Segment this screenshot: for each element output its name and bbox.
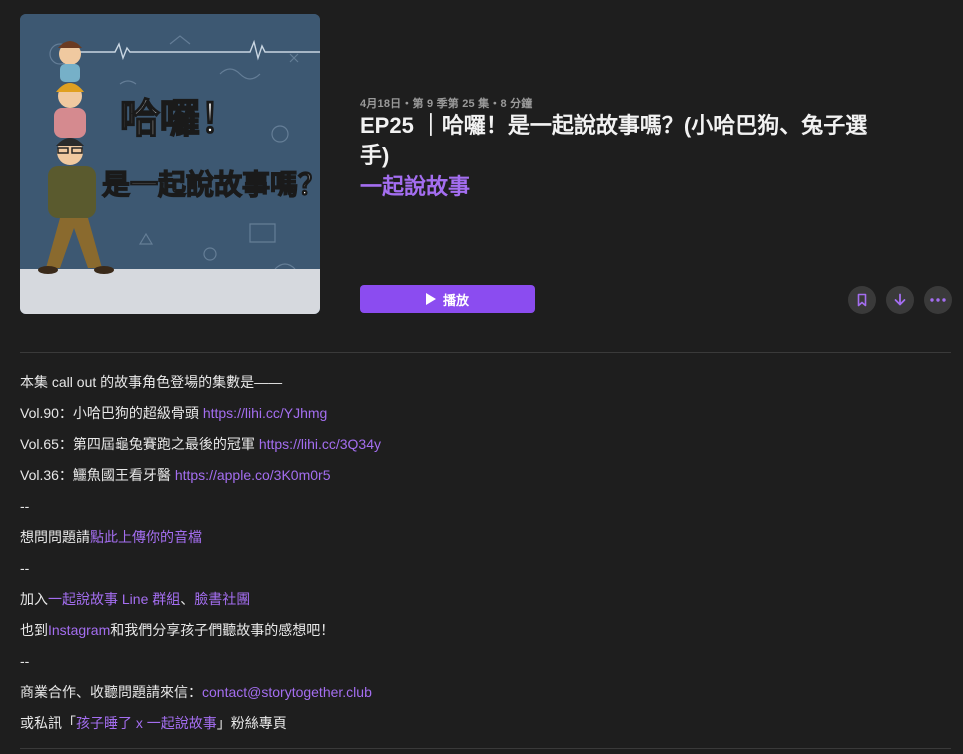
divider [20,352,951,353]
vol90-link[interactable]: https://lihi.cc/YJhmg [203,405,328,421]
episode-title: EP25 ｜哈囉！是一起說故事嗎？(小哈巴狗、兔子選手) [360,113,868,168]
description-text: 想問問題請 [20,529,90,545]
vol36-link[interactable]: https://apple.co/3K0m0r5 [175,467,331,483]
bookmark-button[interactable] [848,286,876,314]
show-name-link[interactable]: 一起說故事 [360,172,470,202]
description-text: Vol.90：小哈巴狗的超級骨頭 [20,405,203,421]
download-icon [894,293,906,306]
bookmark-icon [857,293,867,307]
play-button-label: 播放 [442,292,469,308]
contact-email-link[interactable]: contact@storytogether.club [202,684,372,700]
description-text: 商業合作、收聽問題請來信： [20,684,202,700]
description-text: 也到 [20,622,48,638]
separator-text: -- [20,560,30,576]
description-line: Vol.65：第四屆龜兔賽跑之最後的冠軍 https://lihi.cc/3Q3… [20,434,940,465]
separator-text: -- [20,498,30,514]
description-text: Vol.36：鱷魚國王看牙醫 [20,467,175,483]
description-text: 」粉絲專頁 [216,715,287,731]
upload-audio-link[interactable]: 點此上傳你的音檔 [90,529,202,545]
description-line: Vol.36：鱷魚國王看牙醫 https://apple.co/3K0m0r5 [20,465,940,496]
play-button[interactable]: 播放 [360,285,535,313]
separator-text: -- [20,653,30,669]
download-button[interactable] [886,286,914,314]
description-line: 或私訊「孩子睡了 x 一起說故事」粉絲專頁 [20,713,940,744]
description-line: 想問問題請點此上傳你的音檔 [20,527,940,558]
episode-description: 本集 call out 的故事角色登場的集數是—— Vol.90：小哈巴狗的超級… [20,372,940,744]
description-text: 和我們分享孩子們聽故事的感想吧！ [110,622,335,638]
facebook-group-link[interactable]: 臉書社團 [194,591,250,607]
fanpage-link[interactable]: 孩子睡了 x 一起說故事 [76,715,217,731]
description-text: 、 [180,591,195,607]
description-line: 本集 call out 的故事角色登場的集數是—— [20,372,940,403]
description-text: 本集 call out 的故事角色登場的集數是—— [20,374,283,390]
description-text: 加入 [20,591,48,607]
vol65-link[interactable]: https://lihi.cc/3Q34y [259,436,381,452]
line-group-link[interactable]: 一起說故事 Line 群組 [48,591,180,607]
description-line: Vol.90：小哈巴狗的超級骨頭 https://lihi.cc/YJhmg [20,403,940,434]
more-options-button[interactable] [924,286,952,314]
description-line: 也到Instagram和我們分享孩子們聽故事的感想吧！ [20,620,940,651]
artwork-title-line1: 哈囉！ [120,96,240,142]
artwork-title-line2: 是一起說故事嗎？ [102,168,320,201]
description-line: 加入一起說故事 Line 群組、臉書社團 [20,589,940,620]
instagram-link[interactable]: Instagram [48,622,110,638]
description-text: Vol.65：第四屆龜兔賽跑之最後的冠軍 [20,436,259,452]
divider [20,748,951,749]
description-text: 或私訊「 [20,715,76,731]
more-icon [930,298,946,302]
description-line: 商業合作、收聽問題請來信：contact@storytogether.club [20,682,940,713]
episode-artwork: 哈囉！ 是一起說故事嗎？ [20,14,320,314]
episode-meta: 4月18日・第 9 季第 25 集・8 分鐘 [360,98,533,110]
play-icon [425,293,436,305]
